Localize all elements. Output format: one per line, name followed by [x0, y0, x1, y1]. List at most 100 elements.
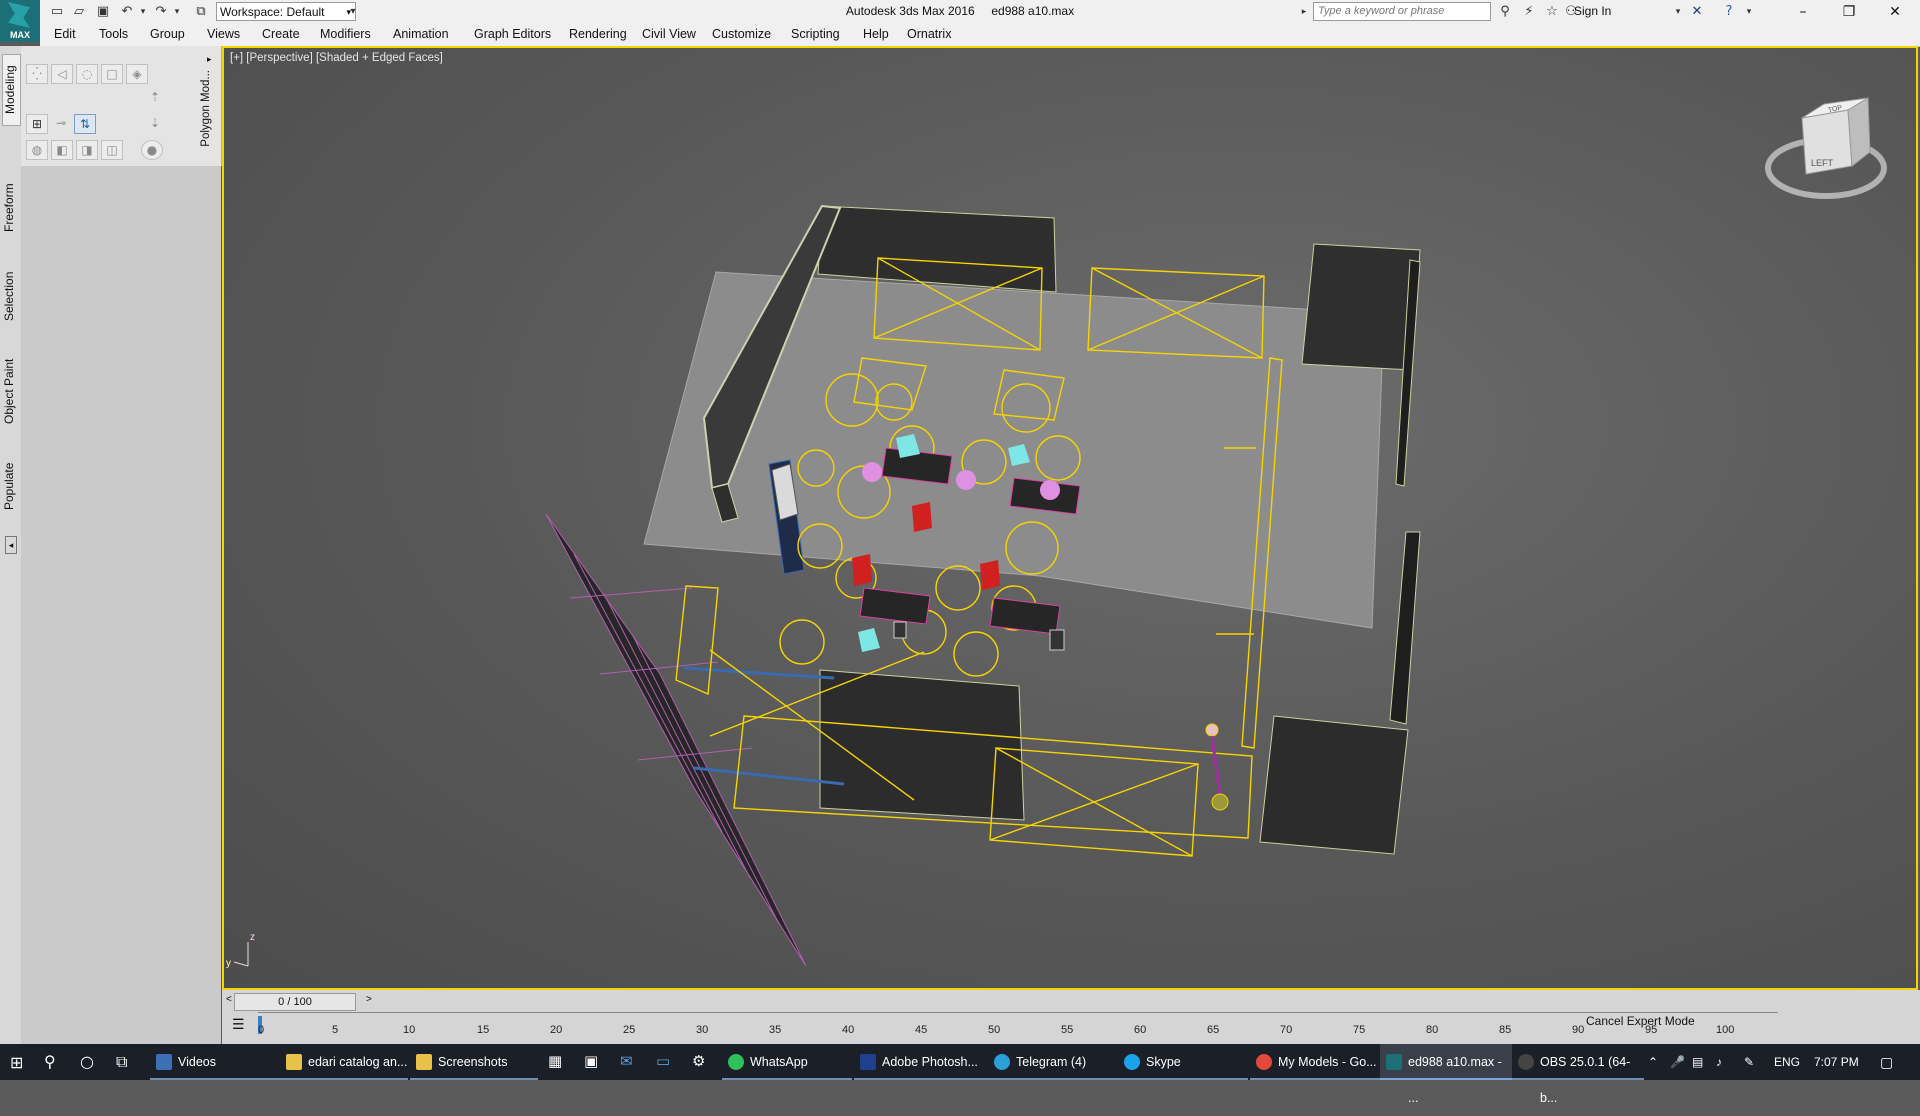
network-icon[interactable]: ▤: [1692, 1044, 1703, 1080]
expand-search-icon[interactable]: ▸: [1295, 3, 1313, 21]
search-input[interactable]: Type a keyword or phrase: [1313, 2, 1491, 21]
remote-desktop-icon[interactable]: ▭: [656, 1052, 670, 1070]
windows-start-icon[interactable]: ⊞: [10, 1053, 23, 1072]
language-indicator[interactable]: ENG: [1774, 1044, 1800, 1080]
grow-icon[interactable]: ◨: [76, 140, 98, 160]
taskbar-item-photoshop[interactable]: Adobe Photosh...: [854, 1044, 988, 1080]
exchange-apps-icon[interactable]: ✕: [1688, 3, 1706, 21]
open-file-icon[interactable]: ▱: [70, 3, 88, 21]
menu-help[interactable]: Help: [863, 27, 889, 41]
ring-icon[interactable]: ◫: [101, 140, 123, 160]
menu-rendering[interactable]: Rendering: [569, 27, 627, 41]
app-menu-button[interactable]: MAX: [0, 0, 40, 42]
search-icon[interactable]: ⚲: [44, 1052, 56, 1071]
tick-label: 50: [988, 1024, 1001, 1036]
axis-tripod: z y: [226, 932, 255, 969]
modify-down-icon[interactable]: ⇣: [145, 114, 165, 132]
clock[interactable]: 7:07 PM: [1814, 1044, 1859, 1080]
calculator-icon[interactable]: ▦: [548, 1052, 562, 1070]
time-slider-left-icon[interactable]: <: [226, 994, 232, 1005]
viewcube-left-label[interactable]: LEFT: [1811, 158, 1833, 168]
cancel-expert-mode-button[interactable]: Cancel Expert Mode: [1586, 1014, 1695, 1028]
taskbar-item-label: Adobe Photosh...: [882, 1055, 978, 1069]
show-end-result-icon[interactable]: ⇅: [74, 114, 96, 134]
modify-up-icon[interactable]: ⇡: [145, 88, 165, 106]
undo-dropdown-icon[interactable]: ▾: [134, 3, 152, 21]
tab-object-paint[interactable]: Object Paint: [2, 336, 19, 446]
taskbar-item-label: OBS 25.0.1 (64-b...: [1540, 1055, 1631, 1105]
microphone-icon[interactable]: 🎤: [1670, 1044, 1685, 1080]
taskbar-item-telegram[interactable]: Telegram (4): [988, 1044, 1118, 1080]
menu-animation[interactable]: Animation: [393, 27, 449, 41]
soft-select-icon[interactable]: ◍: [26, 140, 48, 160]
telegram-icon: [994, 1054, 1010, 1070]
taskbar-item-skype[interactable]: Skype: [1118, 1044, 1248, 1080]
taskbar-item-folder[interactable]: edari catalog an...: [280, 1044, 408, 1080]
time-slider[interactable]: 0 / 100: [234, 993, 356, 1011]
help-icon[interactable]: ?: [1720, 3, 1738, 21]
save-icon[interactable]: ▣: [94, 3, 112, 21]
taskbar-item-obs[interactable]: OBS 25.0.1 (64-b...: [1512, 1044, 1644, 1105]
tab-freeform[interactable]: Freeform: [2, 158, 19, 258]
menu-graph-editors[interactable]: Graph Editors: [474, 27, 551, 41]
element-icon[interactable]: ◈: [126, 64, 148, 84]
tab-modeling[interactable]: Modeling: [2, 54, 21, 126]
tab-selection[interactable]: Selection: [2, 246, 19, 346]
cortana-icon[interactable]: ○: [80, 1052, 94, 1071]
ribbon-toggle-icon[interactable]: ◂: [5, 536, 17, 554]
edge-icon[interactable]: ◁: [51, 64, 73, 84]
taskbar-item-label: My Models - Go...: [1278, 1055, 1377, 1069]
tab-populate[interactable]: Populate: [2, 436, 19, 536]
taskbar-item-whatsapp[interactable]: WhatsApp: [722, 1044, 852, 1080]
polygon-modeling-panel-label[interactable]: Polygon Mod...: [200, 70, 212, 147]
border-icon[interactable]: ◌: [76, 64, 98, 84]
vertex-icon[interactable]: ⁛: [26, 64, 48, 84]
favorites-star-icon[interactable]: ☆: [1543, 3, 1561, 21]
viewcube[interactable]: [1765, 97, 1887, 199]
pen-icon[interactable]: ✎: [1744, 1044, 1754, 1080]
sign-in-button[interactable]: Sign In: [1574, 4, 1611, 18]
new-file-icon[interactable]: ▭: [48, 3, 66, 21]
menu-modifiers[interactable]: Modifiers: [320, 27, 371, 41]
loop-icon[interactable]: ●: [141, 140, 163, 160]
polygon-icon[interactable]: □: [101, 64, 123, 84]
task-view-icon[interactable]: ⧉: [116, 1052, 127, 1072]
menu-views[interactable]: Views: [207, 27, 240, 41]
perspective-viewport[interactable]: [+] [Perspective] [Shaded + Edged Faces]: [222, 46, 1918, 990]
workspace-dropdown[interactable]: Workspace: Default ▾: [216, 2, 356, 21]
taskbar-item-3dsmax[interactable]: ed988 a10.max - ...: [1380, 1044, 1512, 1105]
binoculars-icon[interactable]: ⚲: [1496, 3, 1514, 21]
close-icon[interactable]: ✕: [1872, 0, 1918, 24]
minimize-icon[interactable]: –: [1780, 0, 1826, 24]
notifications-icon[interactable]: ▢: [1880, 1044, 1893, 1080]
edit-poly-icon[interactable]: ⊞: [26, 114, 48, 134]
mini-curve-editor-icon[interactable]: ☰: [232, 1016, 245, 1033]
network-app-icon[interactable]: ⚙: [692, 1052, 705, 1070]
menu-tools[interactable]: Tools: [99, 27, 128, 41]
menu-ornatrix[interactable]: Ornatrix: [907, 27, 951, 41]
volume-icon[interactable]: ♪: [1716, 1044, 1722, 1080]
taskbar-item-videos[interactable]: Videos: [150, 1044, 282, 1080]
time-slider-right-icon[interactable]: >: [366, 994, 372, 1005]
menu-group[interactable]: Group: [150, 27, 185, 41]
expand-panel-icon[interactable]: ▸: [207, 54, 212, 65]
mail-icon[interactable]: ✉: [620, 1052, 633, 1070]
help-dropdown-icon[interactable]: ▾: [1740, 3, 1758, 21]
project-folder-icon[interactable]: ⧉: [192, 3, 210, 21]
menu-customize[interactable]: Customize: [712, 27, 771, 41]
customize-toolbar-icon[interactable]: ▾: [344, 3, 362, 21]
store-icon[interactable]: ▣: [584, 1052, 598, 1070]
pin-stack-icon[interactable]: ⊸: [51, 114, 71, 132]
subscription-center-icon[interactable]: ⚡: [1520, 3, 1538, 21]
tray-overflow-icon[interactable]: ⌃: [1648, 1044, 1658, 1080]
menu-edit[interactable]: Edit: [54, 27, 76, 41]
menu-scripting[interactable]: Scripting: [791, 27, 840, 41]
restore-icon[interactable]: ❐: [1826, 0, 1872, 24]
sign-in-dropdown-icon[interactable]: ▾: [1669, 3, 1687, 21]
menu-civil-view[interactable]: Civil View: [642, 27, 696, 41]
shrink-icon[interactable]: ◧: [51, 140, 73, 160]
taskbar-item-screenshots[interactable]: Screenshots: [410, 1044, 538, 1080]
redo-dropdown-icon[interactable]: ▾: [168, 3, 186, 21]
taskbar-item-chrome[interactable]: My Models - Go...: [1250, 1044, 1380, 1080]
menu-create[interactable]: Create: [262, 27, 300, 41]
